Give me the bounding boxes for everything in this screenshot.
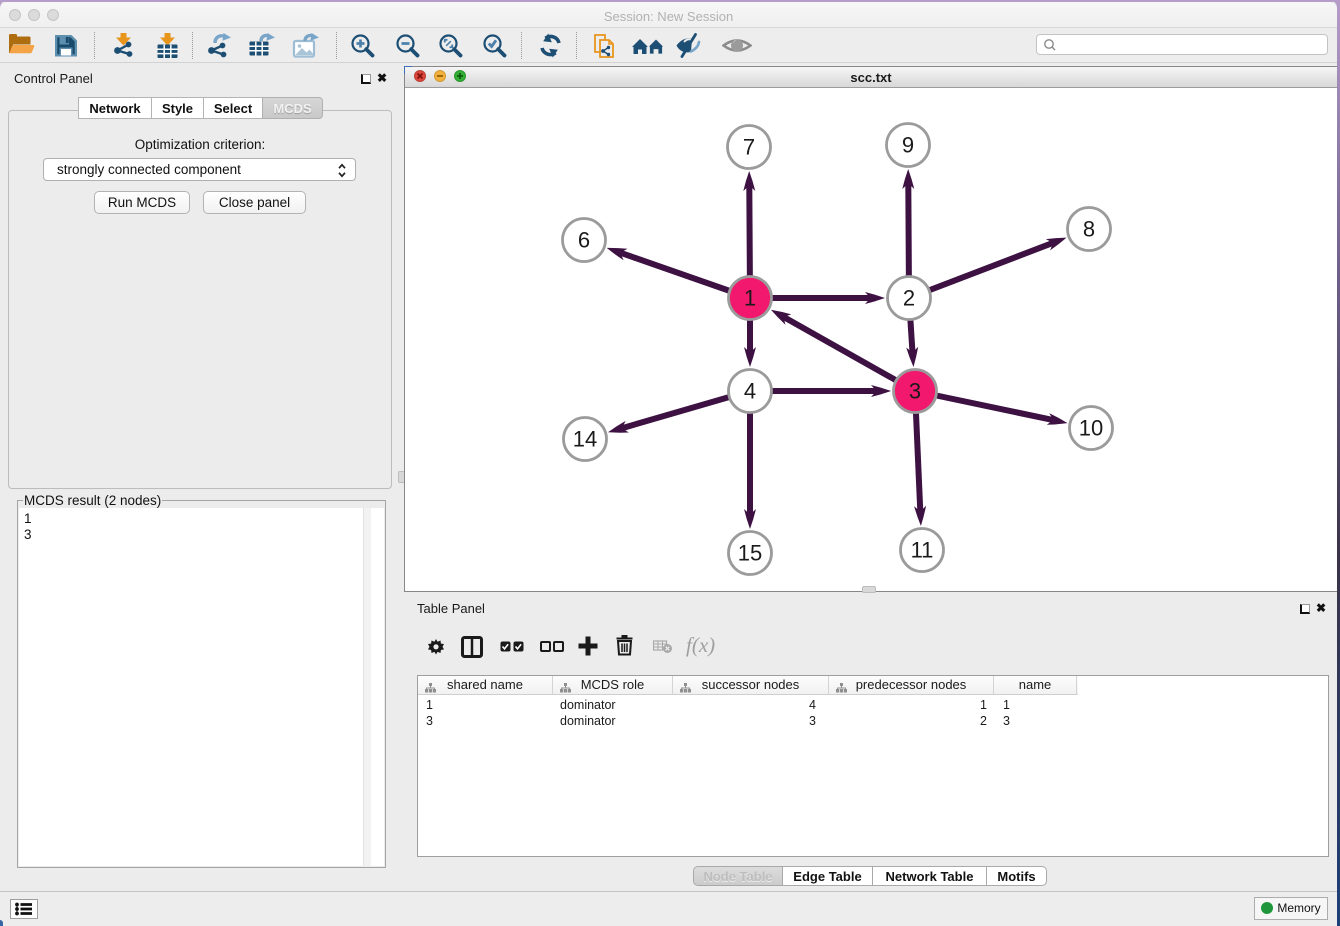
svg-text:2: 2 (903, 286, 915, 311)
svg-text:6: 6 (578, 228, 590, 253)
svg-text:3: 3 (909, 379, 921, 404)
svg-text:7: 7 (743, 135, 755, 160)
svg-text:1: 1 (744, 286, 756, 311)
svg-text:15: 15 (738, 541, 762, 566)
svg-text:4: 4 (744, 379, 756, 404)
svg-text:8: 8 (1083, 217, 1095, 242)
svg-text:14: 14 (573, 427, 597, 452)
svg-text:10: 10 (1079, 416, 1103, 441)
svg-text:11: 11 (911, 538, 934, 563)
svg-text:9: 9 (902, 133, 914, 158)
